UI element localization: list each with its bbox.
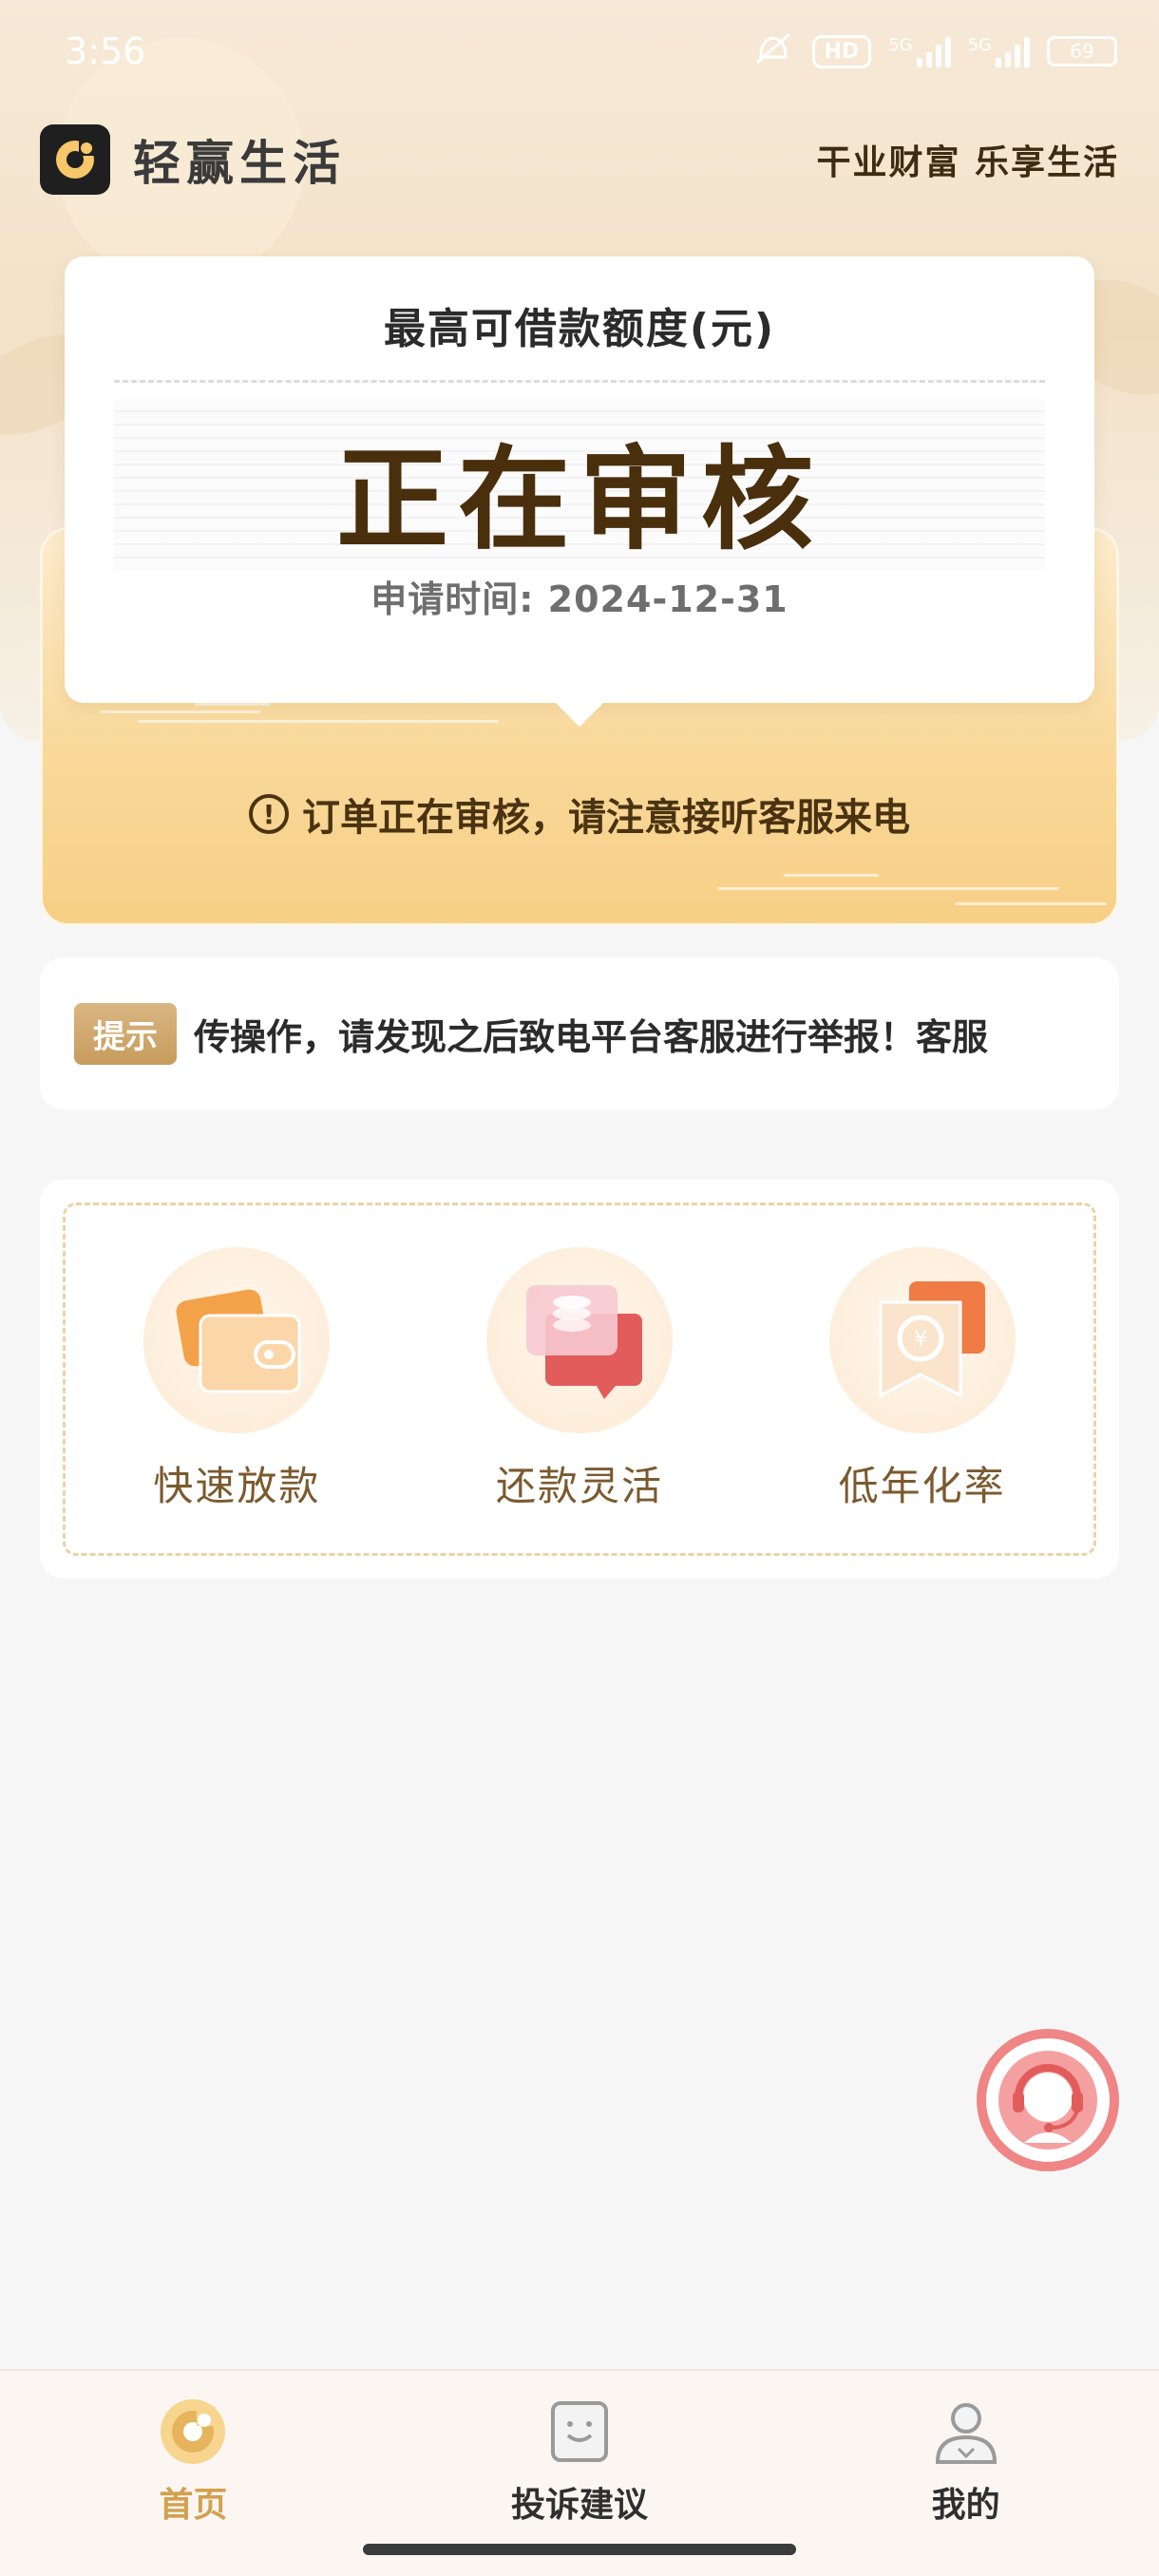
chat-coins-icon: [485, 1246, 673, 1433]
svg-text:¥: ¥: [914, 1328, 927, 1352]
app-header: 轻赢生活 干业财富 乐享生活: [40, 122, 1119, 198]
user-profile-icon: [930, 2396, 1002, 2468]
signal-2-icon: 5G: [968, 35, 1030, 67]
features-panel: 快速放款 还款灵活 ¥ 低年化率: [40, 1180, 1119, 1579]
tab-label: 投诉建议: [510, 2486, 648, 2525]
brand: 轻赢生活: [40, 124, 346, 195]
wallet-card-icon: [143, 1246, 331, 1433]
customer-service-button[interactable]: [977, 2029, 1119, 2171]
tab-label: 我的: [931, 2486, 1000, 2525]
feature-flexible-repay[interactable]: 还款灵活: [437, 1246, 722, 1512]
feature-label: 低年化率: [838, 1462, 1006, 1509]
headset-agent-icon: [998, 2051, 1097, 2150]
money-bag-icon: ¥: [828, 1246, 1016, 1433]
divider: [114, 380, 1045, 383]
home-icon: [157, 2396, 229, 2468]
status-time: 3:56: [65, 30, 146, 72]
feature-label: 快速放款: [153, 1462, 321, 1509]
warning-icon: !: [249, 794, 289, 834]
battery-level: 69: [1070, 40, 1094, 63]
quota-card: 最高可借款额度(元) 正在审核 申请时间: 2024-12-31: [65, 256, 1094, 703]
feature-label: 还款灵活: [495, 1462, 663, 1509]
status-bar: 3:56 HD 5G 5G 69: [0, 0, 1159, 103]
apply-time: 申请时间: 2024-12-31: [370, 578, 788, 620]
mute-icon: [751, 30, 795, 73]
network-label: 5G: [888, 35, 913, 55]
app-logo-icon: [40, 124, 110, 195]
status-indicators: HD 5G 5G 69: [751, 30, 1117, 73]
brand-name: 轻赢生活: [133, 136, 346, 191]
tab-label: 首页: [159, 2486, 228, 2525]
notice-message: ! 订单正在审核，请注意接听客服来电: [43, 786, 1116, 842]
notice-text: 订单正在审核，请注意接听客服来电: [302, 796, 910, 840]
feature-low-rate[interactable]: ¥ 低年化率: [780, 1246, 1065, 1512]
tip-badge: 提示: [74, 1002, 177, 1065]
battery-icon: 69: [1047, 36, 1117, 66]
signal-1-icon: 5G: [888, 35, 951, 67]
tab-complaint[interactable]: 投诉建议: [456, 2396, 703, 2527]
network-label: 5G: [967, 35, 992, 55]
slogan: 干业财富 乐享生活: [816, 143, 1119, 182]
quota-title: 最高可借款额度(元): [383, 305, 776, 353]
home-indicator[interactable]: [363, 2544, 796, 2555]
tip-text: 传操作，请发现之后致电平台客服进行举报！客服: [194, 1015, 989, 1058]
hd-badge: HD: [811, 34, 872, 68]
tip-marquee[interactable]: 提示 传操作，请发现之后致电平台客服进行举报！客服: [40, 957, 1119, 1109]
tab-home[interactable]: 首页: [69, 2396, 316, 2527]
review-status: 正在审核: [335, 434, 823, 565]
complaint-bag-icon: [543, 2396, 616, 2468]
features-border: 快速放款 还款灵活 ¥ 低年化率: [63, 1203, 1096, 1556]
feature-fast-loan[interactable]: 快速放款: [94, 1246, 379, 1512]
tab-mine[interactable]: 我的: [843, 2396, 1090, 2527]
